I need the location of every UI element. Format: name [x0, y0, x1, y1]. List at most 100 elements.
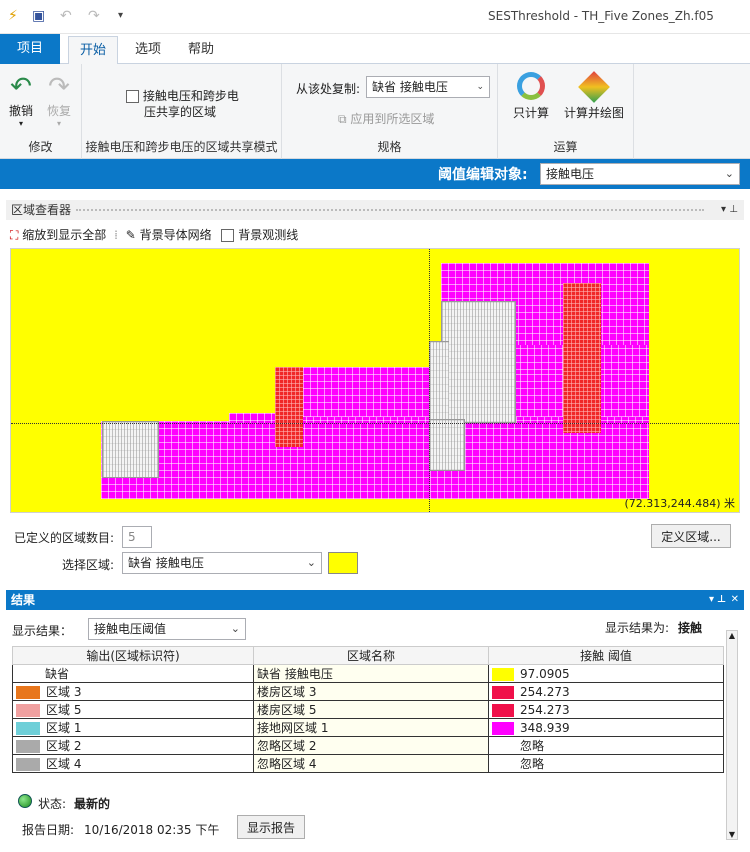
zone-id: 区域 2	[46, 739, 82, 753]
ribbon-group-spec: 从该处复制: 缺省 接触电压 ⌄ ⧉ 应用到所选区域 规格	[282, 64, 498, 159]
threshold-color-swatch	[492, 685, 514, 699]
zone-id: 区域 4	[46, 757, 82, 771]
cell-zone-name: 楼房区域 3	[253, 682, 489, 701]
zone-id: 区域 5	[46, 703, 82, 717]
share-mode-option[interactable]: 接触电压和跨步电 压共享的区域	[126, 88, 276, 120]
ribbon-tabs: 项目 开始 选项 帮助	[0, 34, 750, 64]
zone-id: 区域 1	[46, 721, 82, 735]
show-report-button[interactable]: 显示报告	[237, 815, 305, 839]
background-grid-button[interactable]: 背景导体网络	[140, 228, 212, 242]
status-value: 最新的	[74, 797, 111, 811]
threshold-edit-select[interactable]: 接触电压 ⌄	[540, 163, 740, 185]
results-title: 结果	[11, 593, 36, 607]
threshold-value: 忽略	[520, 739, 545, 753]
ribbon-group-compute: 只计算 计算并绘图 运算	[498, 64, 634, 159]
redo-button[interactable]: ↷ 恢复 ▾	[42, 72, 76, 128]
calc-plot-button[interactable]: 计算并绘图	[558, 71, 630, 121]
ribbon: ↶ 撤销 ▾ ↷ 恢复 ▾ 修改 接触电压和跨步电 压共享的区域 接触电压和跨步…	[0, 64, 750, 159]
save-icon[interactable]: ▣	[32, 8, 45, 24]
redo-dropdown-icon[interactable]: ▾	[42, 119, 76, 128]
share-mode-checkbox[interactable]	[126, 90, 139, 103]
define-zones-button[interactable]: 定义区域...	[651, 524, 731, 548]
select-zone-dropdown[interactable]: 缺省 接触电压 ⌄	[122, 552, 322, 574]
cell-output: 区域 5	[11, 700, 255, 719]
calc-ring-icon	[517, 72, 545, 100]
redo-arrow-icon: ↷	[48, 72, 70, 102]
zone-color-swatch[interactable]	[328, 552, 358, 574]
column-header-threshold[interactable]: 接触 阈值	[488, 646, 724, 665]
calc-only-button[interactable]: 只计算	[510, 72, 552, 121]
table-row[interactable]: 区域 1 接地网区域 1 348.939	[11, 718, 724, 737]
zone-viewer-header: 区域查看器 ▾ ⊥	[6, 200, 744, 220]
defined-zone-count-field: 5	[122, 526, 152, 548]
zoom-to-all-button[interactable]: 缩放到显示全部	[22, 228, 106, 242]
cell-zone-name: 忽略区域 2	[253, 736, 489, 755]
cell-threshold: 254.273	[488, 700, 724, 719]
zone-color-swatch	[16, 740, 40, 753]
pin-icon[interactable]: ⊥	[717, 590, 726, 610]
scroll-down-icon[interactable]: ▼	[727, 830, 737, 839]
zone-4-area	[429, 341, 449, 423]
zone-color-swatch	[16, 758, 40, 771]
cell-threshold: 忽略	[488, 736, 724, 755]
undo-dropdown-icon[interactable]: ▾	[4, 119, 38, 128]
table-row[interactable]: 区域 2 忽略区域 2 忽略	[11, 736, 724, 755]
scroll-up-icon[interactable]: ▲	[727, 631, 737, 640]
display-results-select[interactable]: 接触电压阈值 ⌄	[88, 618, 246, 640]
tab-home[interactable]: 开始	[68, 36, 118, 64]
tab-help[interactable]: 帮助	[176, 36, 226, 64]
select-zone-label: 选择区域:	[62, 558, 115, 572]
pin-icon[interactable]: ⊥	[729, 200, 738, 220]
window-title: SESThreshold - TH_Five Zones_Zh.f05	[488, 9, 714, 23]
table-row[interactable]: 区域 3 楼房区域 3 254.273	[11, 682, 724, 701]
zone-id: 区域 3	[46, 685, 82, 699]
chevron-down-icon: ⌄	[230, 622, 240, 635]
background-lines-checkbox[interactable]	[221, 229, 235, 242]
table-row[interactable]: 区域 4 忽略区域 4 忽略	[11, 754, 724, 773]
undo-icon[interactable]: ↶	[60, 8, 72, 24]
share-mode-label-line2: 压共享的区域	[144, 105, 217, 119]
threshold-color-swatch	[492, 758, 514, 771]
status-indicator-icon	[18, 794, 32, 808]
table-row[interactable]: 缺省 缺省 接触电压 97.0905	[11, 664, 724, 683]
zone-2-area	[102, 421, 159, 478]
chevron-down-icon: ⌄	[476, 82, 484, 92]
redo-icon[interactable]: ↷	[88, 8, 100, 24]
column-header-output[interactable]: 输出(区域标识符)	[11, 646, 255, 665]
panel-menu-icon[interactable]: ▾	[721, 200, 726, 220]
threshold-color-swatch	[492, 703, 514, 717]
zone-viewer-title: 区域查看器	[11, 203, 72, 217]
tab-project[interactable]: 项目	[0, 34, 60, 64]
tab-options[interactable]: 选项	[124, 36, 172, 64]
zone-canvas[interactable]: (72.313,244.484) 米	[10, 248, 740, 513]
shown-as-value: 接触	[678, 621, 703, 635]
panel-menu-icon[interactable]: ▾	[709, 590, 714, 610]
table-row[interactable]: 区域 5 楼房区域 5 254.273	[11, 700, 724, 719]
cell-zone-name: 忽略区域 4	[253, 754, 489, 773]
results-table: 输出(区域标识符) 区域名称 接触 阈值 缺省 缺省 接触电压 97.0905 区域 …	[11, 646, 724, 773]
undo-button[interactable]: ↶ 撤销 ▾	[4, 72, 38, 128]
background-lines-label: 背景观测线	[238, 228, 299, 242]
zone-4-area	[429, 419, 465, 471]
close-icon[interactable]: ✕	[731, 590, 739, 610]
app-logo-icon: ⚡	[8, 8, 18, 24]
cell-output: 区域 4	[11, 754, 255, 773]
cell-output: 区域 1	[11, 718, 255, 737]
threshold-edit-value: 接触电压	[546, 167, 595, 181]
header-grip	[76, 209, 704, 211]
results-header: 结果 ▾ ⊥ ✕	[6, 590, 744, 610]
apply-to-selected-button[interactable]: ⧉ 应用到所选区域	[338, 110, 434, 127]
column-header-zone-name[interactable]: 区域名称	[253, 646, 489, 665]
status-label: 状态:	[38, 797, 67, 811]
threshold-color-swatch	[492, 667, 514, 681]
copy-from-label: 从该处复制:	[296, 82, 361, 96]
zone-5-area	[563, 283, 601, 433]
group-label-modify: 修改	[28, 140, 53, 154]
table-header-row: 输出(区域标识符) 区域名称 接触 阈值	[11, 646, 724, 665]
results-scrollbar[interactable]: ▲ ▼	[726, 630, 738, 840]
copy-from-select[interactable]: 缺省 接触电压 ⌄	[366, 76, 490, 98]
quick-access-dropdown-icon[interactable]: ▾	[118, 8, 123, 24]
threshold-value: 97.0905	[520, 666, 570, 681]
copy-icon: ⧉	[338, 112, 347, 126]
chevron-down-icon: ⌄	[724, 167, 734, 180]
